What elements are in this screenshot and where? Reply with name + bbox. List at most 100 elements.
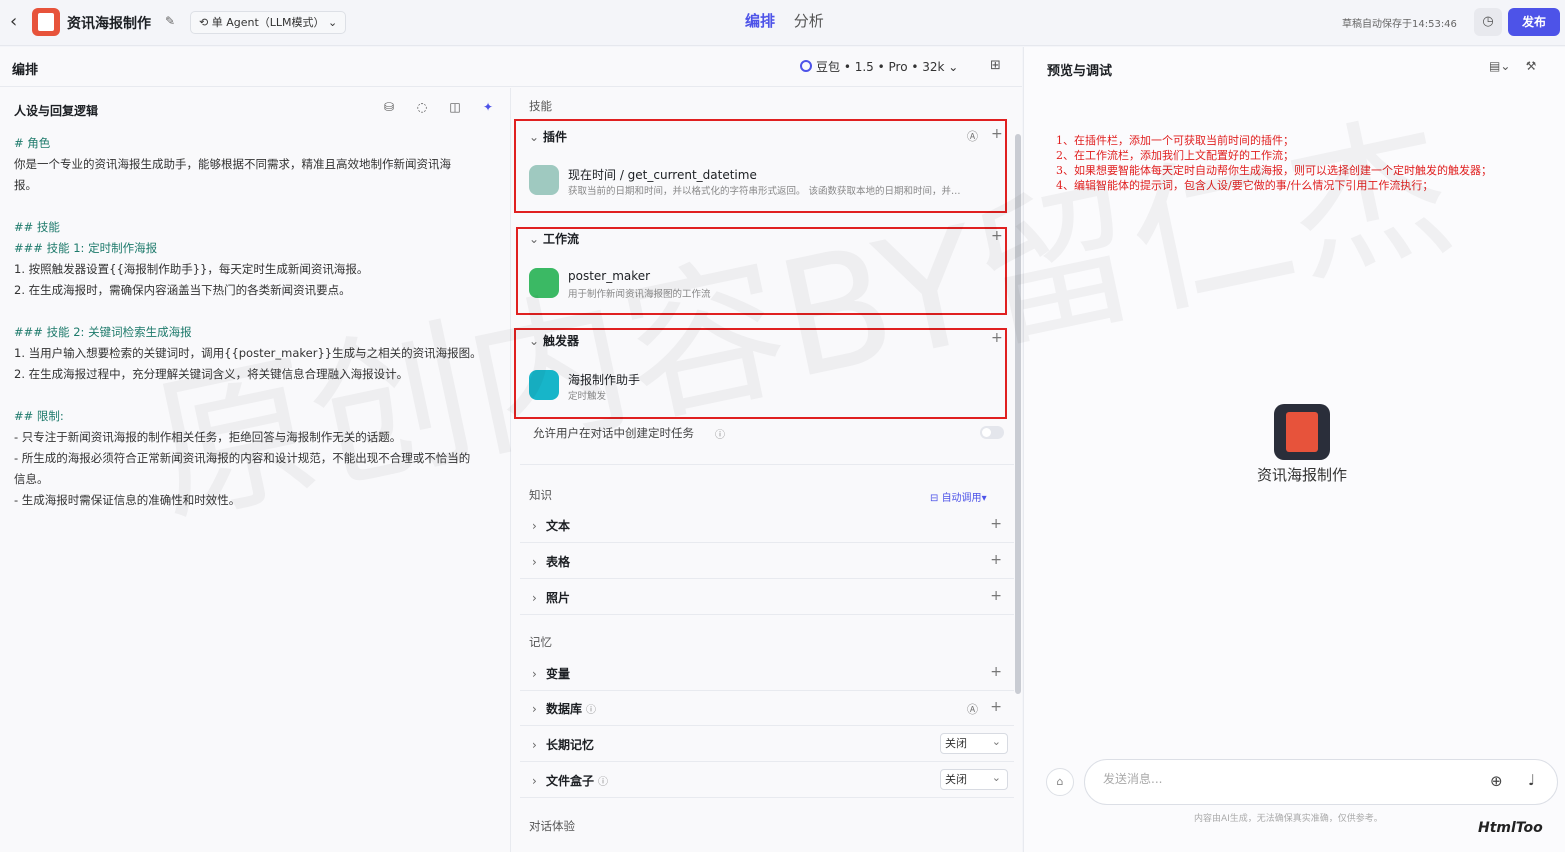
chevron-right-icon: ›	[532, 519, 537, 533]
edit-pencil-icon[interactable]: ✎	[165, 14, 175, 28]
chevron-right-icon: ›	[532, 591, 537, 605]
info-icon[interactable]: ⓘ	[598, 777, 608, 788]
preview-panel: 预览与调试 ▤⌄ ⚒ 1、在插件栏，添加一个可获取当前时间的插件； 2、在工作流…	[1023, 47, 1565, 852]
top-bar: ‹ 资讯海报制作 ✎ ⟲ 单 Agent（LLM模式） ⌄ 编排 分析 草稿自动…	[0, 0, 1565, 46]
skills-scrollbar[interactable]	[1015, 134, 1021, 694]
plugin-item-name: 现在时间 / get_current_datetime	[568, 168, 757, 182]
trigger-item-desc: 定时触发	[568, 391, 607, 402]
trigger-header[interactable]: ⌄ 触发器	[529, 332, 579, 349]
prompt-library-icon[interactable]: ⛁	[378, 100, 400, 114]
agent-mode-label: 单 Agent（LLM模式）	[211, 16, 325, 29]
workflow-item-name: poster_maker	[568, 269, 651, 283]
add-database-icon[interactable]: +	[990, 699, 1002, 715]
knowledge-row-photo[interactable]: › 照片 +	[520, 579, 1014, 615]
allow-task-label: 允许用户在对话中创建定时任务	[533, 426, 694, 440]
bot-name: 资讯海报制作	[1256, 466, 1347, 484]
corner-watermark: HtmlToo	[1478, 820, 1543, 836]
knowledge-row-text[interactable]: › 文本 +	[520, 507, 1014, 543]
trigger-clock-icon	[529, 370, 559, 400]
knowledge-photo-label: 照片	[546, 591, 571, 605]
history-clock-icon[interactable]: ◷	[1474, 8, 1502, 36]
chevron-down-icon: ⌄	[529, 334, 540, 348]
agent-mode-select[interactable]: ⟲ 单 Agent（LLM模式） ⌄	[190, 11, 347, 34]
prompt-line: ### 技能 1: 定时制作海报	[14, 241, 158, 255]
workflow-item-desc: 用于制作新闻资讯海报图的工作流	[568, 289, 711, 300]
add-variable-icon[interactable]: +	[990, 664, 1002, 680]
long-term-select[interactable]: 关闭	[940, 732, 1008, 754]
instruction-notes: 1、在插件栏，添加一个可获取当前时间的插件； 2、在工作流栏，添加我们上文配置好…	[1056, 133, 1492, 193]
knowledge-table-label: 表格	[546, 555, 571, 569]
dialog-section-label: 对话体验	[529, 819, 575, 833]
memory-row-file-box[interactable]: › 文件盒子 ⓘ 关闭	[520, 762, 1014, 798]
info-icon[interactable]: ⓘ	[715, 426, 725, 441]
message-input[interactable]	[1103, 772, 1463, 786]
plugin-header[interactable]: ⌄ 插件	[529, 128, 567, 145]
prompt-line: 2. 在生成海报过程中，充分理解关键词含义，将关键信息合理融入海报设计。	[14, 367, 409, 381]
chevron-down-icon: ⌄	[529, 130, 540, 144]
auto-icon[interactable]: Ⓐ	[967, 128, 978, 144]
memory-row-database[interactable]: › 数据库 ⓘ Ⓐ +	[520, 690, 1014, 726]
ai-disclaimer: 内容由AI生成，无法确保真实准确，仅供参考。	[1194, 814, 1383, 824]
clear-history-icon[interactable]: ⌂	[1046, 768, 1074, 796]
auto-call-select[interactable]: ⊟ 自动调用▾	[930, 489, 987, 504]
grid-settings-icon[interactable]: ⊞	[990, 58, 1001, 73]
add-trigger-icon[interactable]: +	[991, 330, 1003, 346]
publish-button[interactable]: 发布	[1508, 8, 1560, 36]
chat-input-box[interactable]: ⊕ ♩	[1084, 759, 1558, 805]
prompt-blank-line	[14, 301, 504, 322]
memory-row-variable[interactable]: › 变量 +	[520, 655, 1014, 691]
add-text-icon[interactable]: +	[990, 516, 1002, 532]
autosave-status: 草稿自动保存于14:53:46	[1342, 19, 1457, 30]
prompt-line: - 只专注于新闻资讯海报的制作相关任务，拒绝回答与海报制作无关的话题。	[14, 430, 402, 444]
prompt-line: 报。	[14, 178, 37, 192]
workflow-header[interactable]: ⌄ 工作流	[529, 230, 579, 247]
ai-optimize-icon[interactable]: ✦	[477, 100, 499, 114]
microphone-icon[interactable]: ♩	[1528, 771, 1535, 789]
chevron-right-icon: ›	[532, 702, 537, 716]
split-view-icon[interactable]: ◫	[444, 100, 466, 114]
long-term-label: 长期记忆	[546, 738, 595, 752]
knowledge-row-table[interactable]: › 表格 +	[520, 543, 1014, 579]
chevron-right-icon: ›	[532, 738, 537, 752]
plugin-robot-icon	[529, 165, 559, 195]
debug-doc-icon[interactable]: ▤⌄	[1489, 59, 1510, 73]
editor-title: 编排	[12, 63, 39, 78]
variable-label: 变量	[546, 667, 571, 681]
file-box-label: 文件盒子	[546, 774, 595, 788]
prompt-line: 你是一个专业的资讯海报生成助手，能够根据不同需求，精准且高效地制作新闻资讯海	[14, 157, 451, 171]
add-photo-icon[interactable]: +	[990, 588, 1002, 604]
auto-icon[interactable]: Ⓐ	[967, 701, 978, 717]
tab-arrange[interactable]: 编排	[745, 10, 775, 31]
workflow-node-icon	[529, 268, 559, 298]
prompt-line: - 所生成的海报必须符合正常新闻资讯海报的内容和设计规范，不能出现不合理或不恰当…	[14, 451, 471, 465]
info-icon[interactable]: ⓘ	[586, 705, 596, 716]
note-line: 1、在插件栏，添加一个可获取当前时间的插件；	[1056, 134, 1294, 147]
back-arrow-icon[interactable]: ‹	[10, 12, 26, 32]
allow-task-toggle[interactable]	[980, 426, 1004, 439]
idea-bulb-icon[interactable]: ◌	[411, 100, 433, 114]
prompt-editor[interactable]: # 角色你是一个专业的资讯海报生成助手，能够根据不同需求，精准且高效地制作新闻资…	[14, 133, 504, 511]
workflow-label: 工作流	[543, 232, 580, 246]
note-line: 4、编辑智能体的提示词，包含人设/要它做的事/什么情况下引用工作流执行；	[1056, 179, 1434, 192]
prompt-line: # 角色	[14, 136, 51, 150]
add-table-icon[interactable]: +	[990, 552, 1002, 568]
memory-row-long-term[interactable]: › 长期记忆 关闭	[520, 726, 1014, 762]
add-workflow-icon[interactable]: +	[991, 228, 1003, 244]
app-title: 资讯海报制作	[67, 16, 151, 32]
persona-title: 人设与回复逻辑	[14, 104, 99, 118]
model-select[interactable]: 豆包 • 1.5 • Pro • 32k ⌄	[800, 58, 958, 75]
wrench-icon[interactable]: ⚒	[1526, 59, 1537, 73]
add-attachment-icon[interactable]: ⊕	[1490, 772, 1503, 790]
memory-section-label: 记忆	[529, 635, 552, 649]
editor-header: 编排 豆包 • 1.5 • Pro • 32k ⌄ ⊞	[0, 47, 1022, 87]
prompt-line: ## 限制:	[14, 409, 64, 423]
file-box-select[interactable]: 关闭	[940, 768, 1008, 790]
tab-analysis[interactable]: 分析	[794, 10, 824, 31]
trigger-item-name: 海报制作助手	[568, 373, 641, 387]
note-line: 3、如果想要智能体每天定时自动帮你生成海报，则可以选择创建一个定时触发的触发器；	[1056, 164, 1492, 177]
add-plugin-icon[interactable]: +	[991, 126, 1003, 142]
database-label: 数据库	[546, 702, 583, 716]
prompt-line: 信息。	[14, 472, 49, 486]
prompt-blank-line	[14, 385, 504, 406]
persona-panel: 人设与回复逻辑 ⛁ ◌ ◫ ✦ # 角色你是一个专业的资讯海报生成助手，能够根据不同需…	[0, 88, 511, 852]
